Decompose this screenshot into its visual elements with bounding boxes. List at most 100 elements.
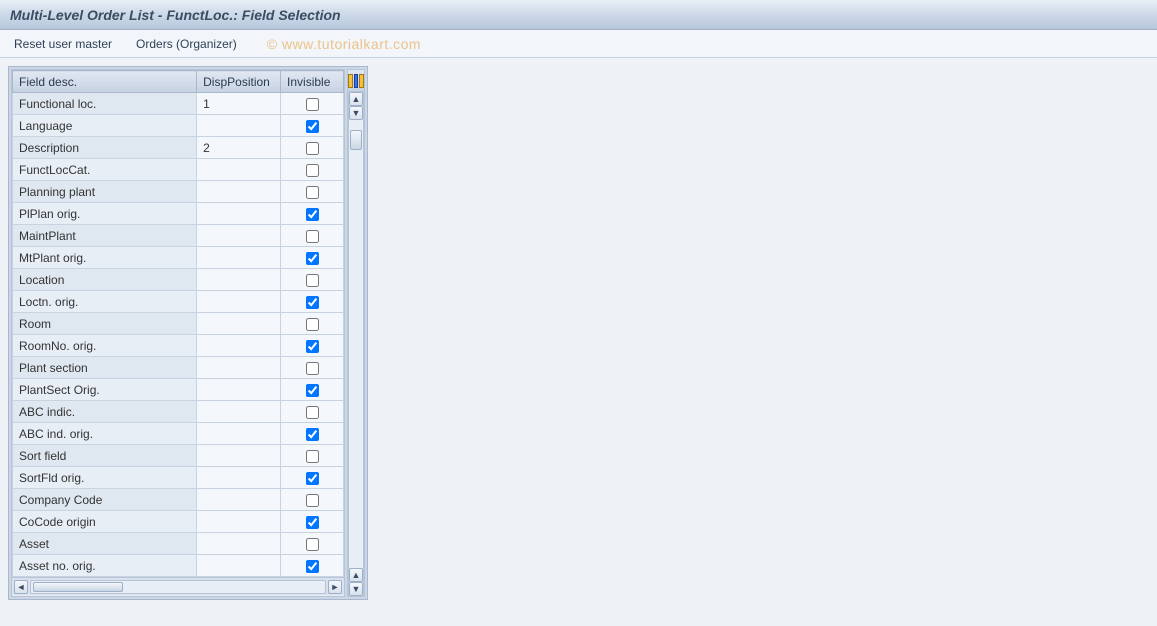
cell-field-desc[interactable]: Company Code (13, 489, 197, 511)
table-row[interactable]: Plant section (13, 357, 344, 379)
cell-field-desc[interactable]: Loctn. orig. (13, 291, 197, 313)
cell-field-desc[interactable]: Plant section (13, 357, 197, 379)
cell-field-desc[interactable]: Asset (13, 533, 197, 555)
table-row[interactable]: Asset (13, 533, 344, 555)
invisible-checkbox[interactable] (306, 98, 319, 111)
table-row[interactable]: Room (13, 313, 344, 335)
table-row[interactable]: PlantSect Orig. (13, 379, 344, 401)
invisible-checkbox[interactable] (306, 450, 319, 463)
invisible-checkbox[interactable] (306, 186, 319, 199)
invisible-checkbox[interactable] (306, 428, 319, 441)
table-row[interactable]: Loctn. orig. (13, 291, 344, 313)
cell-disp-position[interactable] (197, 423, 281, 445)
table-row[interactable]: PlPlan orig. (13, 203, 344, 225)
cell-field-desc[interactable]: PlantSect Orig. (13, 379, 197, 401)
cell-disp-position[interactable] (197, 225, 281, 247)
cell-disp-position[interactable] (197, 401, 281, 423)
vscroll-down-icon[interactable]: ▼ (349, 582, 363, 596)
table-row[interactable]: Description2 (13, 137, 344, 159)
invisible-checkbox[interactable] (306, 538, 319, 551)
invisible-checkbox[interactable] (306, 208, 319, 221)
orders-organizer-button[interactable]: Orders (Organizer) (132, 35, 241, 53)
cell-field-desc[interactable]: ABC ind. orig. (13, 423, 197, 445)
invisible-checkbox[interactable] (306, 560, 319, 573)
cell-disp-position[interactable] (197, 313, 281, 335)
col-header-disp-position[interactable]: DispPosition (197, 71, 281, 93)
col-header-field-desc[interactable]: Field desc. (13, 71, 197, 93)
table-row[interactable]: Functional loc.1 (13, 93, 344, 115)
table-row[interactable]: Location (13, 269, 344, 291)
table-row[interactable]: MaintPlant (13, 225, 344, 247)
cell-field-desc[interactable]: Sort field (13, 445, 197, 467)
table-row[interactable]: ABC indic. (13, 401, 344, 423)
cell-disp-position[interactable] (197, 291, 281, 313)
invisible-checkbox[interactable] (306, 516, 319, 529)
cell-field-desc[interactable]: CoCode origin (13, 511, 197, 533)
cell-field-desc[interactable]: PlPlan orig. (13, 203, 197, 225)
cell-field-desc[interactable]: Asset no. orig. (13, 555, 197, 577)
table-row[interactable]: MtPlant orig. (13, 247, 344, 269)
hscroll-thumb[interactable] (33, 582, 123, 592)
cell-field-desc[interactable]: Language (13, 115, 197, 137)
cell-disp-position[interactable] (197, 181, 281, 203)
hscroll-track[interactable] (30, 580, 326, 594)
cell-disp-position[interactable] (197, 247, 281, 269)
cell-field-desc[interactable]: RoomNo. orig. (13, 335, 197, 357)
hscroll-left-icon[interactable]: ◄ (14, 580, 28, 594)
invisible-checkbox[interactable] (306, 384, 319, 397)
table-row[interactable]: Sort field (13, 445, 344, 467)
cell-disp-position[interactable] (197, 357, 281, 379)
invisible-checkbox[interactable] (306, 252, 319, 265)
cell-disp-position[interactable] (197, 467, 281, 489)
cell-disp-position[interactable] (197, 159, 281, 181)
table-row[interactable]: Company Code (13, 489, 344, 511)
hscroll-right-icon[interactable]: ► (328, 580, 342, 594)
cell-field-desc[interactable]: FunctLocCat. (13, 159, 197, 181)
vscroll-up-icon[interactable]: ▲ (349, 92, 363, 106)
invisible-checkbox[interactable] (306, 406, 319, 419)
cell-field-desc[interactable]: MaintPlant (13, 225, 197, 247)
invisible-checkbox[interactable] (306, 340, 319, 353)
table-row[interactable]: FunctLocCat. (13, 159, 344, 181)
vscroll-nudge-down-icon[interactable]: ▼ (349, 106, 363, 120)
cell-disp-position[interactable] (197, 269, 281, 291)
invisible-checkbox[interactable] (306, 494, 319, 507)
vscroll-thumb[interactable] (350, 130, 362, 150)
table-row[interactable]: RoomNo. orig. (13, 335, 344, 357)
cell-disp-position[interactable] (197, 335, 281, 357)
col-header-invisible[interactable]: Invisible (281, 71, 344, 93)
cell-field-desc[interactable]: Functional loc. (13, 93, 197, 115)
cell-field-desc[interactable]: Room (13, 313, 197, 335)
invisible-checkbox[interactable] (306, 362, 319, 375)
cell-disp-position[interactable] (197, 203, 281, 225)
cell-field-desc[interactable]: Planning plant (13, 181, 197, 203)
table-row[interactable]: ABC ind. orig. (13, 423, 344, 445)
invisible-checkbox[interactable] (306, 318, 319, 331)
cell-disp-position[interactable]: 2 (197, 137, 281, 159)
invisible-checkbox[interactable] (306, 230, 319, 243)
cell-field-desc[interactable]: MtPlant orig. (13, 247, 197, 269)
horizontal-scrollbar[interactable]: ◄ ► (12, 577, 344, 595)
reset-user-master-button[interactable]: Reset user master (10, 35, 116, 53)
table-row[interactable]: Asset no. orig. (13, 555, 344, 577)
invisible-checkbox[interactable] (306, 296, 319, 309)
table-row[interactable]: SortFld orig. (13, 467, 344, 489)
cell-disp-position[interactable] (197, 533, 281, 555)
cell-disp-position[interactable]: 1 (197, 93, 281, 115)
invisible-checkbox[interactable] (306, 120, 319, 133)
vertical-scrollbar[interactable]: ▲ ▼ ▲ ▼ (348, 92, 364, 596)
cell-disp-position[interactable] (197, 555, 281, 577)
invisible-checkbox[interactable] (306, 164, 319, 177)
table-settings-button[interactable] (348, 70, 364, 92)
cell-field-desc[interactable]: Location (13, 269, 197, 291)
invisible-checkbox[interactable] (306, 274, 319, 287)
cell-disp-position[interactable] (197, 379, 281, 401)
vscroll-page-up-icon[interactable]: ▲ (349, 568, 363, 582)
table-row[interactable]: Language (13, 115, 344, 137)
invisible-checkbox[interactable] (306, 472, 319, 485)
cell-field-desc[interactable]: Description (13, 137, 197, 159)
vscroll-track[interactable] (349, 120, 363, 568)
table-row[interactable]: CoCode origin (13, 511, 344, 533)
cell-field-desc[interactable]: SortFld orig. (13, 467, 197, 489)
invisible-checkbox[interactable] (306, 142, 319, 155)
